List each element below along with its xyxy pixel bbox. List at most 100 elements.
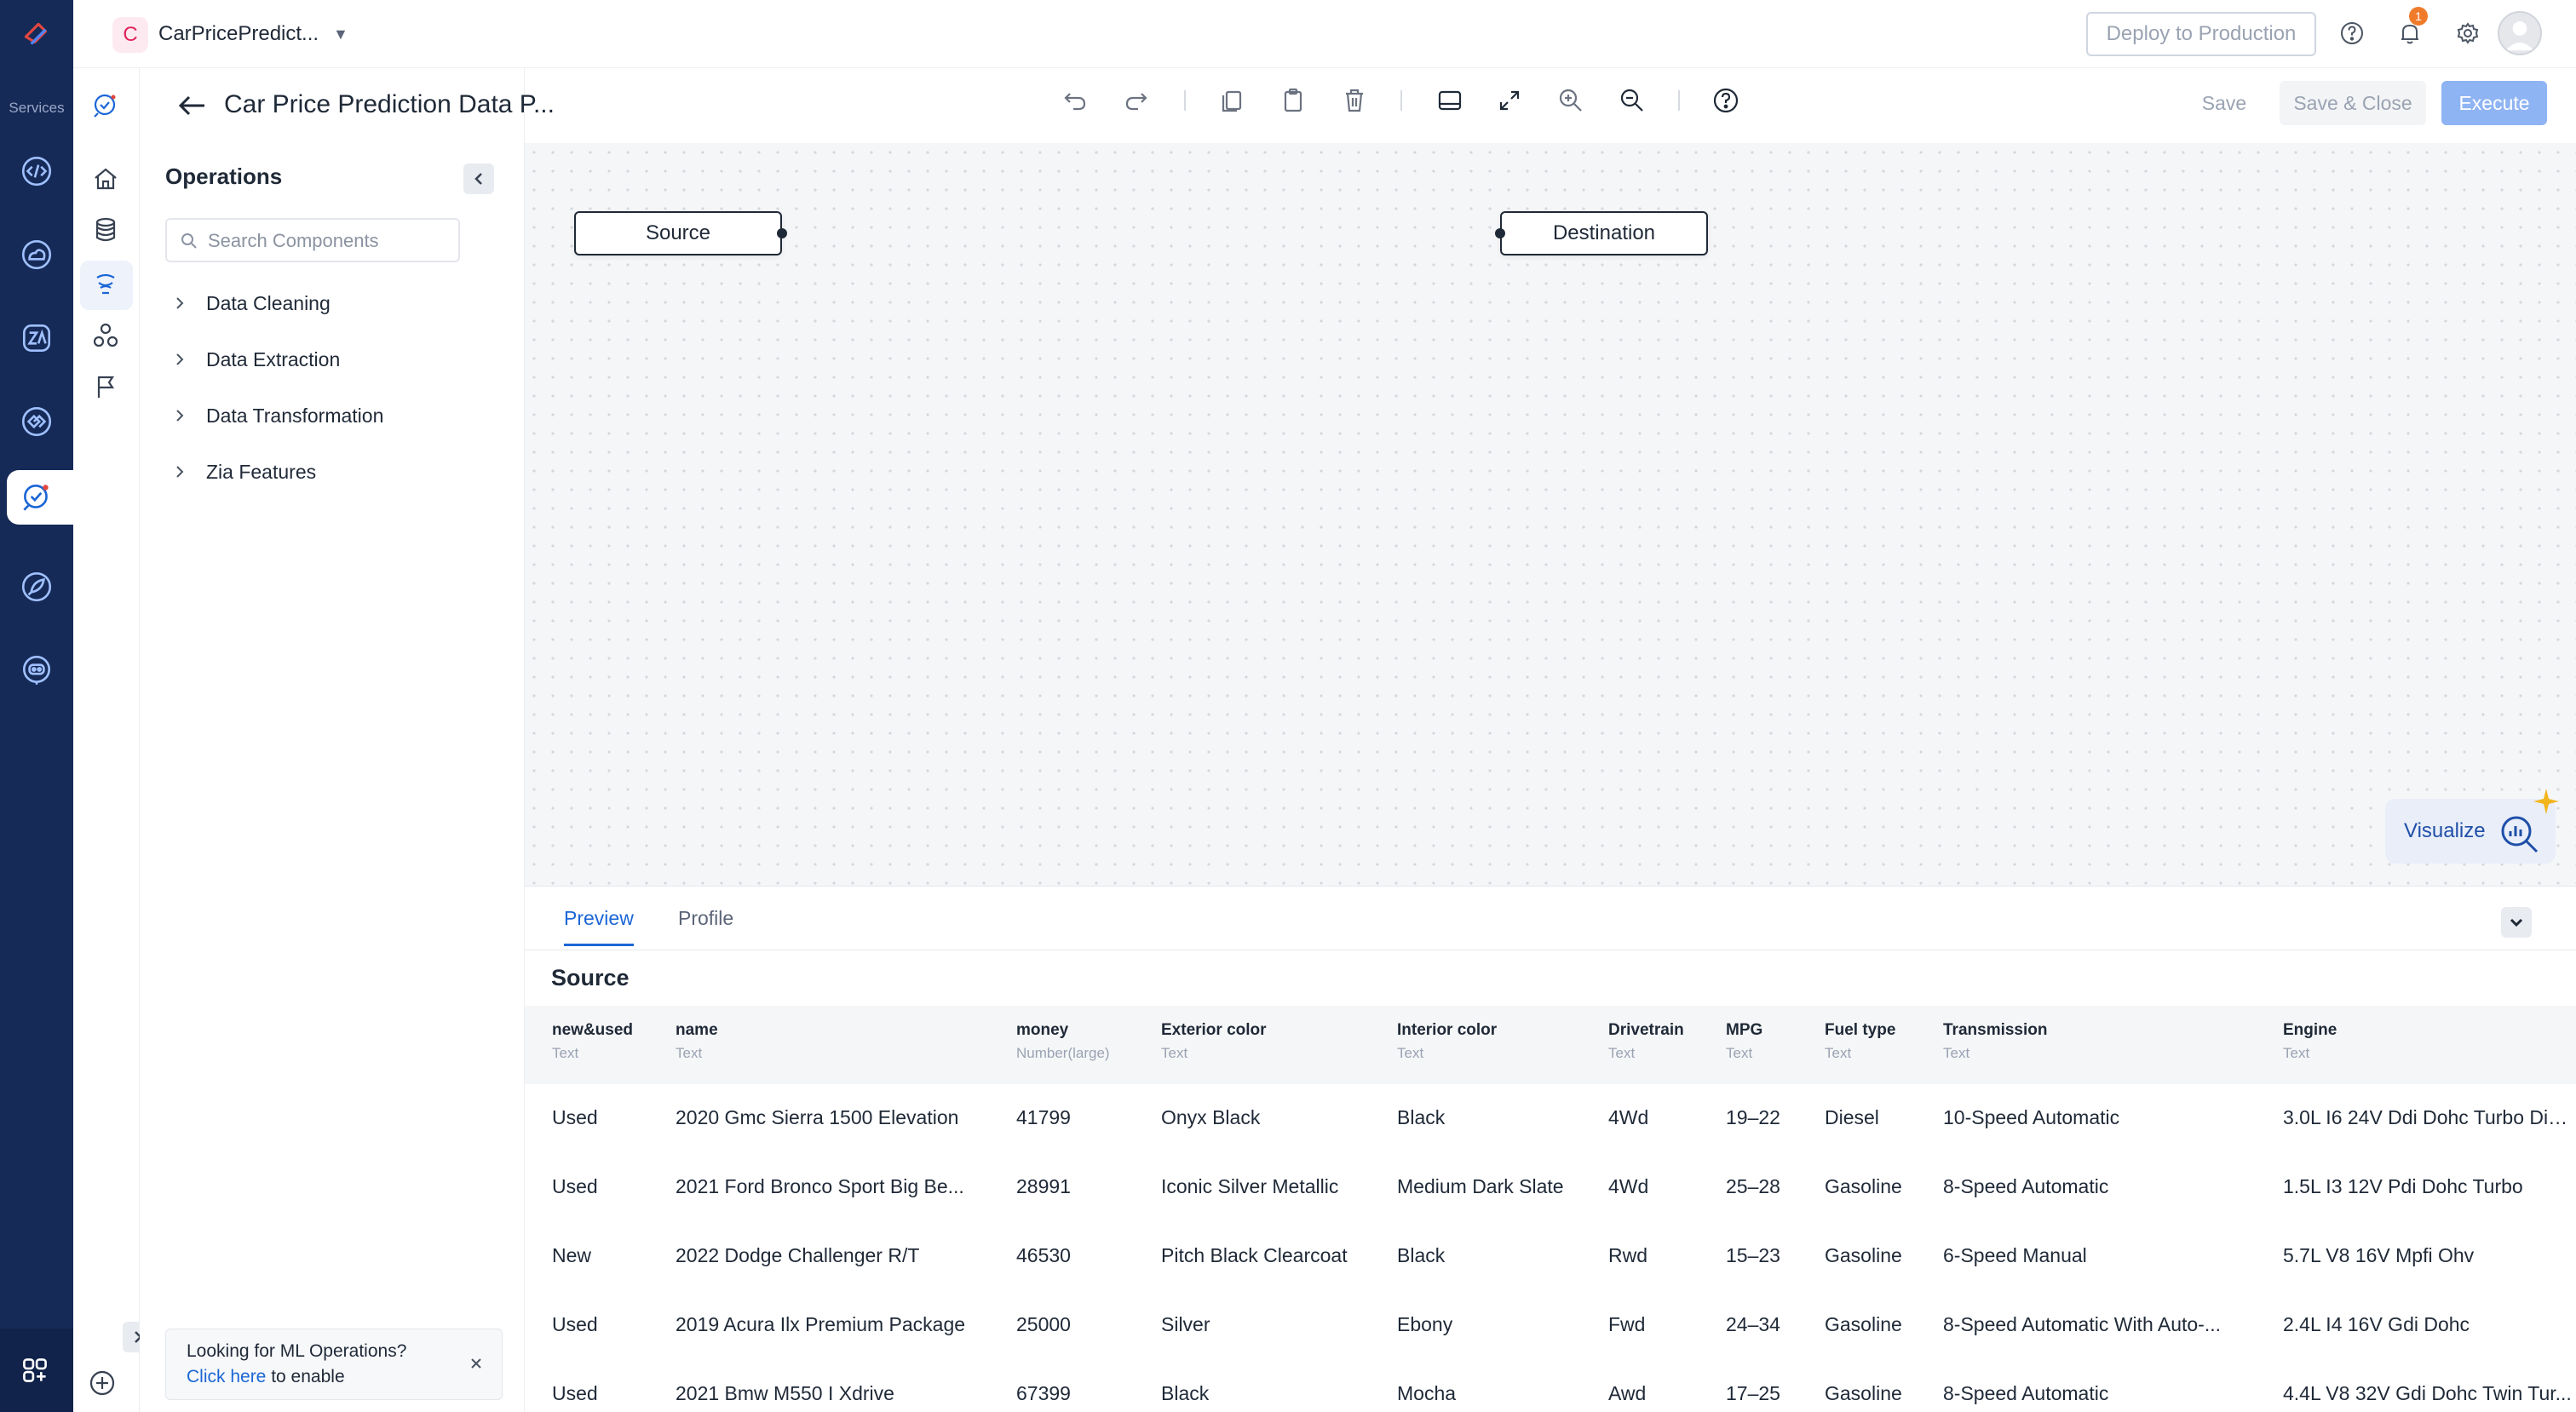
cell: 2020 Gmc Sierra 1500 Elevation xyxy=(676,1106,959,1128)
toolbar-divider xyxy=(1678,90,1680,111)
cell: 1.5L I3 12V Pdi Dohc Turbo xyxy=(2283,1175,2523,1197)
column-header: money Number(large) xyxy=(1016,1021,1110,1062)
source-output-port[interactable] xyxy=(777,228,787,238)
cell: 6-Speed Manual xyxy=(1943,1244,2087,1266)
operation-zia-features[interactable]: Zia Features xyxy=(170,455,316,489)
table-row[interactable]: Used 2021 Ford Bronco Sport Big Be... 28… xyxy=(525,1153,2576,1222)
mlops-enable-link[interactable]: Click here xyxy=(187,1367,266,1386)
toolbar-divider xyxy=(1184,90,1186,111)
column-type: Text xyxy=(1943,1045,1970,1061)
paste-icon[interactable] xyxy=(1278,85,1308,116)
redo-icon[interactable] xyxy=(1121,85,1152,116)
back-arrow-icon[interactable] xyxy=(174,87,211,124)
column-type: Text xyxy=(1825,1045,1852,1061)
column-header: Engine Text xyxy=(2283,1021,2337,1062)
add-circle-icon[interactable] xyxy=(87,1368,118,1398)
tab-profile[interactable]: Profile xyxy=(678,907,733,944)
services-rail: Services xyxy=(0,0,73,1412)
column-name: MPG xyxy=(1726,1021,1763,1039)
column-type: Text xyxy=(676,1045,703,1061)
close-icon[interactable] xyxy=(466,1353,486,1374)
table-header: new&used Text name Text money Number(large)… xyxy=(525,1006,2576,1084)
user-avatar[interactable] xyxy=(2498,11,2542,55)
cell: Silver xyxy=(1161,1313,1210,1335)
rocket-service-icon[interactable] xyxy=(19,569,55,605)
collapse-operations-button[interactable] xyxy=(463,164,494,194)
fit-to-screen-icon[interactable] xyxy=(1494,85,1525,116)
search-components-input[interactable] xyxy=(208,227,446,255)
save-and-close-button[interactable]: Save & Close xyxy=(2280,81,2426,125)
toggle-panel-icon[interactable] xyxy=(1435,85,1465,116)
cell: Used xyxy=(552,1313,598,1335)
column-type: Text xyxy=(2283,1045,2310,1061)
apps-grid-icon[interactable] xyxy=(17,1352,53,1388)
table-row[interactable]: Used 2021 Bmw M550 I Xdrive 67399 Black … xyxy=(525,1360,2576,1412)
destination-node[interactable]: Destination xyxy=(1500,211,1708,255)
operations-title: Operations xyxy=(165,164,283,189)
destination-input-port[interactable] xyxy=(1495,228,1505,238)
table-row[interactable]: New 2022 Dodge Challenger R/T 46530 Pitc… xyxy=(525,1222,2576,1291)
catalyst-logo-icon[interactable] xyxy=(19,17,55,53)
code-service-icon[interactable] xyxy=(19,153,55,189)
bot-service-icon[interactable] xyxy=(19,652,55,688)
pipeline-nav-column xyxy=(73,68,140,1412)
cell: 17–25 xyxy=(1726,1382,1780,1404)
copy-icon[interactable] xyxy=(1216,85,1247,116)
source-node[interactable]: Source xyxy=(574,211,782,255)
table-row[interactable]: Used 2020 Gmc Sierra 1500 Elevation 4179… xyxy=(525,1084,2576,1153)
deploy-to-production-button[interactable]: Deploy to Production xyxy=(2086,12,2316,56)
pipelines-icon[interactable] xyxy=(90,269,121,300)
help-circle-icon[interactable] xyxy=(1711,85,1741,116)
project-dropdown-icon[interactable]: ▼ xyxy=(333,26,348,43)
column-header: Transmission Text xyxy=(1943,1021,2048,1062)
project-name[interactable]: CarPricePredict... xyxy=(158,22,319,46)
notification-badge: 1 xyxy=(2409,7,2428,26)
column-header: Interior color Text xyxy=(1397,1021,1497,1062)
cell: Mocha xyxy=(1397,1382,1457,1404)
zoom-out-icon[interactable] xyxy=(1617,85,1647,116)
sparkle-icon xyxy=(2532,787,2561,816)
integration-service-icon[interactable] xyxy=(19,404,55,439)
column-name: new&used xyxy=(552,1021,634,1039)
operation-data-cleaning[interactable]: Data Cleaning xyxy=(170,286,331,320)
preview-panel: Preview Profile Source new&used Text name… xyxy=(525,886,2576,1412)
endpoints-flag-icon[interactable] xyxy=(90,371,121,402)
delete-trash-icon[interactable] xyxy=(1339,85,1370,116)
cell: 2.4L I4 16V Gdi Dohc xyxy=(2283,1313,2470,1335)
operation-data-transformation[interactable]: Data Transformation xyxy=(170,399,383,433)
cell: 8-Speed Automatic xyxy=(1943,1175,2109,1197)
datastore-icon[interactable] xyxy=(90,215,121,245)
column-name: Engine xyxy=(2283,1021,2337,1039)
tab-preview[interactable]: Preview xyxy=(564,907,634,946)
quickml-icon[interactable] xyxy=(19,479,55,515)
collapse-preview-button[interactable] xyxy=(2501,907,2532,938)
quickml-small-icon[interactable] xyxy=(90,90,121,121)
operation-data-extraction[interactable]: Data Extraction xyxy=(170,342,340,376)
home-icon[interactable] xyxy=(90,164,121,194)
zia-service-icon[interactable] xyxy=(19,320,55,356)
cell: 8-Speed Automatic xyxy=(1943,1382,2109,1404)
cell: Iconic Silver Metallic xyxy=(1161,1175,1339,1197)
toolbar-divider xyxy=(1400,90,1402,111)
models-icon[interactable] xyxy=(90,320,121,351)
execute-button[interactable]: Execute xyxy=(2441,81,2547,125)
cell: 28991 xyxy=(1016,1175,1071,1197)
cell: Gasoline xyxy=(1825,1175,1902,1197)
column-type: Text xyxy=(1161,1045,1188,1061)
operation-label: Data Extraction xyxy=(206,347,341,370)
table-row[interactable]: Used 2019 Acura Ilx Premium Package 2500… xyxy=(525,1291,2576,1360)
save-button[interactable]: Save xyxy=(2186,81,2263,125)
visualize-button[interactable]: Visualize xyxy=(2385,789,2559,864)
project-avatar[interactable]: C xyxy=(112,17,148,53)
settings-gear-icon[interactable] xyxy=(2453,19,2482,48)
cell: Gasoline xyxy=(1825,1244,1902,1266)
zoom-in-icon[interactable] xyxy=(1555,85,1586,116)
cell: 2022 Dodge Challenger R/T xyxy=(676,1244,920,1266)
search-components-box xyxy=(165,218,460,262)
undo-icon[interactable] xyxy=(1060,85,1090,116)
help-icon[interactable] xyxy=(2337,19,2366,48)
quickml-service-active[interactable] xyxy=(7,470,73,525)
cell: 2019 Acura Ilx Premium Package xyxy=(676,1313,966,1335)
cell: Gasoline xyxy=(1825,1313,1902,1335)
cloud-service-icon[interactable] xyxy=(19,237,55,273)
